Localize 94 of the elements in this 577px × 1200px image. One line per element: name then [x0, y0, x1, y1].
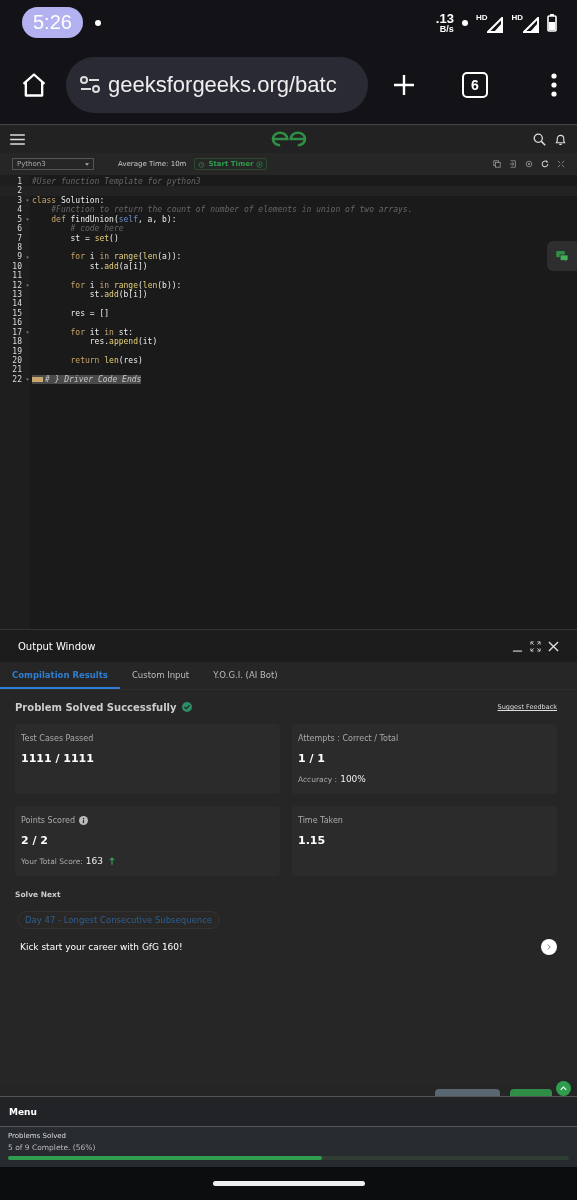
line-number: 11	[11, 271, 22, 281]
line-number: 6	[16, 224, 22, 234]
fold-arrow-icon[interactable]	[25, 217, 29, 221]
line-number: 13	[11, 290, 22, 300]
line-number: 20	[11, 356, 22, 365]
reset-icon[interactable]	[541, 160, 549, 168]
line-number: 15	[11, 308, 22, 318]
chevron-up-icon	[560, 1086, 567, 1091]
line-number: 10	[11, 261, 22, 271]
fold-arrow-icon[interactable]	[25, 255, 29, 259]
fold-arrow-icon[interactable]	[25, 330, 29, 334]
line-number: 19	[11, 346, 22, 356]
menu-title[interactable]: Menu	[9, 1106, 37, 1117]
search-icon[interactable]	[533, 132, 546, 146]
stat-value: 1111 / 1111	[21, 752, 95, 765]
fold-arrow-icon[interactable]	[25, 378, 29, 382]
code-line: st = set()	[69, 233, 119, 243]
promo-text: Kick start your career with GfG 160!	[20, 942, 183, 952]
code-line: class Solution:	[32, 195, 105, 205]
line-number: 16	[11, 318, 22, 328]
code-line: st.add(a[i])	[88, 261, 148, 272]
network-speed-unit: B/s	[439, 24, 454, 34]
new-tab-icon[interactable]	[392, 72, 416, 97]
expand-icon[interactable]	[530, 640, 541, 652]
stat-value: 1 / 1	[298, 752, 326, 765]
check-circle-icon	[181, 702, 192, 712]
chat-icon	[555, 250, 569, 262]
caret-icon	[85, 162, 89, 166]
line-number: 9	[16, 252, 22, 262]
import-icon[interactable]	[509, 160, 517, 168]
home-icon[interactable]	[20, 70, 48, 99]
line-number: 3	[16, 195, 22, 205]
line-number: 12	[11, 280, 22, 290]
code-line: res.append(it)	[88, 337, 158, 347]
line-number: 8	[16, 242, 22, 252]
signal-icon	[523, 16, 539, 33]
address-bar[interactable]: geeksforgeeks.org/batc	[66, 56, 368, 113]
battery-icon	[547, 13, 557, 32]
code-line: return len(res)	[69, 356, 143, 366]
stat-label: Attempts : Correct / Total	[298, 734, 399, 743]
signal-icon	[487, 16, 504, 33]
code-line: def findUnion(self, a, b):	[50, 214, 177, 224]
code-line: # code here	[69, 224, 124, 234]
stat-label: Time Taken	[298, 816, 343, 825]
code-line: for i in range(len(b)):	[69, 280, 182, 291]
notification-dot-icon	[94, 19, 101, 26]
copy-icon[interactable]	[493, 160, 501, 168]
line-number: 14	[11, 299, 22, 309]
stat-value: 1.15	[298, 834, 327, 847]
line-number: 4	[16, 205, 22, 215]
output-tab[interactable]: Custom Input	[119, 662, 202, 689]
url-text: geeksforgeeks.org/batc	[108, 71, 337, 98]
more-menu-icon[interactable]	[551, 72, 557, 97]
line-number: 21	[11, 365, 22, 375]
play-icon	[256, 160, 264, 168]
line-number: 18	[11, 337, 22, 347]
output-tab[interactable]: Y.O.G.I. (AI Bot)	[201, 662, 290, 689]
stat-value: 2 / 2	[21, 834, 49, 847]
window-title: Output Window	[18, 640, 96, 652]
fold-arrow-icon[interactable]	[25, 199, 29, 203]
logo-icon[interactable]	[271, 131, 307, 147]
code-line: for i in range(len(a)):	[69, 252, 182, 262]
close-icon[interactable]	[548, 640, 559, 652]
stat-label: Test Cases Passed	[21, 734, 94, 743]
output-tab[interactable]: Compilation Results	[0, 662, 120, 689]
stat-subvalue: 163	[85, 856, 103, 866]
line-number: 7	[16, 233, 22, 243]
info-icon[interactable]	[79, 816, 89, 825]
line-number: 1	[16, 177, 22, 186]
menu-icon[interactable]	[10, 133, 25, 145]
result-message: Problem Solved Successfully	[15, 701, 177, 713]
fullscreen-icon[interactable]	[557, 160, 565, 168]
network-speed: .13	[435, 11, 454, 25]
fold-arrow-icon[interactable]	[25, 283, 29, 287]
code-line: #Function to return the count of number of elements in union of two arrays.	[50, 205, 413, 215]
network-type-label: HD	[475, 12, 488, 22]
bell-icon[interactable]	[554, 132, 567, 146]
chevron-right-icon	[547, 944, 551, 950]
tab-count-button[interactable]: 6	[462, 71, 488, 98]
stat-label: Points Scored	[21, 816, 76, 825]
line-number: 22	[11, 374, 22, 385]
line-number: 2	[16, 186, 22, 196]
stat-subvalue: 100%	[340, 774, 366, 784]
code-line: #User function Template for python3	[32, 177, 201, 187]
code-line: st.add(b[i])	[88, 290, 148, 300]
next-button[interactable]	[541, 939, 557, 955]
line-number: 5	[16, 214, 22, 224]
code-line: res = []	[69, 308, 110, 319]
line-number: 17	[11, 327, 22, 337]
notification-dot-icon	[461, 19, 468, 26]
code-line: for it in st:	[69, 327, 134, 337]
chat-button[interactable]	[547, 241, 577, 271]
network-type-label: HD	[511, 12, 523, 22]
status-time: 5:26	[22, 7, 83, 38]
